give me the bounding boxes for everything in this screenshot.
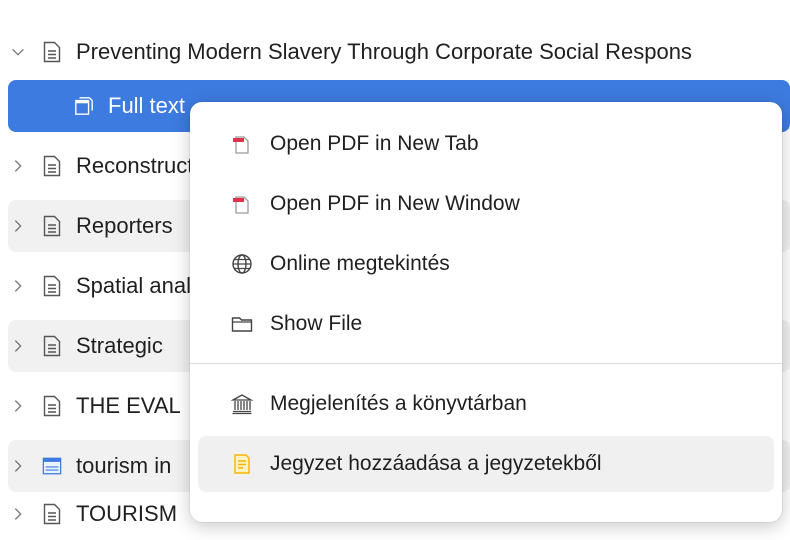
chevron-right-icon[interactable] [8,440,28,492]
globe-icon [232,254,252,274]
document-icon [42,41,62,63]
menu-item-label: Online megtekintés [270,252,450,275]
menu-item-show-in-library[interactable]: Megjelenítés a könyvtárban [198,376,774,432]
document-icon [42,395,62,417]
chevron-right-icon[interactable] [8,260,28,312]
menu-item-show-file[interactable]: Show File [198,296,774,352]
menu-item-label: Jegyzet hozzáadása a jegyzetekből [270,452,602,475]
tree-row-label: Preventing Modern Slavery Through Corpor… [76,39,692,64]
chevron-down-icon[interactable] [8,26,28,78]
chevron-right-icon[interactable] [8,140,28,192]
document-icon [42,503,62,525]
chevron-right-icon[interactable] [8,380,28,432]
document-icon [42,335,62,357]
library-icon [230,394,254,415]
document-icon [42,275,62,297]
pdf-icon [233,136,249,154]
menu-item-open-pdf-new-window[interactable]: Open PDF in New Window [198,176,774,232]
menu-item-open-pdf-new-tab[interactable]: Open PDF in New Tab [198,116,774,172]
menu-item-label: Show File [270,312,363,335]
chevron-right-icon[interactable] [8,0,28,12]
chevron-right-icon[interactable] [8,200,28,252]
menu-item-add-note-from-annotations[interactable]: Jegyzet hozzáadása a jegyzetekből [198,436,774,492]
tree-row-label [76,0,790,12]
document-icon [42,215,62,237]
pdf-attachment-icon [75,97,93,115]
chevron-right-icon[interactable] [8,488,28,540]
folder-icon [231,317,253,332]
note-icon [234,454,250,474]
pdf-icon [233,196,249,214]
tree-row-expanded[interactable]: Preventing Modern Slavery Through Corpor… [8,26,790,78]
chevron-right-icon[interactable] [8,320,28,372]
web-page-icon [42,457,62,475]
menu-separator [190,363,782,364]
context-menu: Open PDF in New Tab Open PDF in New Wind… [190,102,782,522]
document-icon [42,155,62,177]
menu-item-label: Megjelenítés a könyvtárban [270,392,527,415]
menu-item-label: Open PDF in New Window [270,192,520,215]
tree-row[interactable] [8,0,790,12]
menu-item-view-online[interactable]: Online megtekintés [198,236,774,292]
menu-item-label: Open PDF in New Tab [270,132,479,155]
